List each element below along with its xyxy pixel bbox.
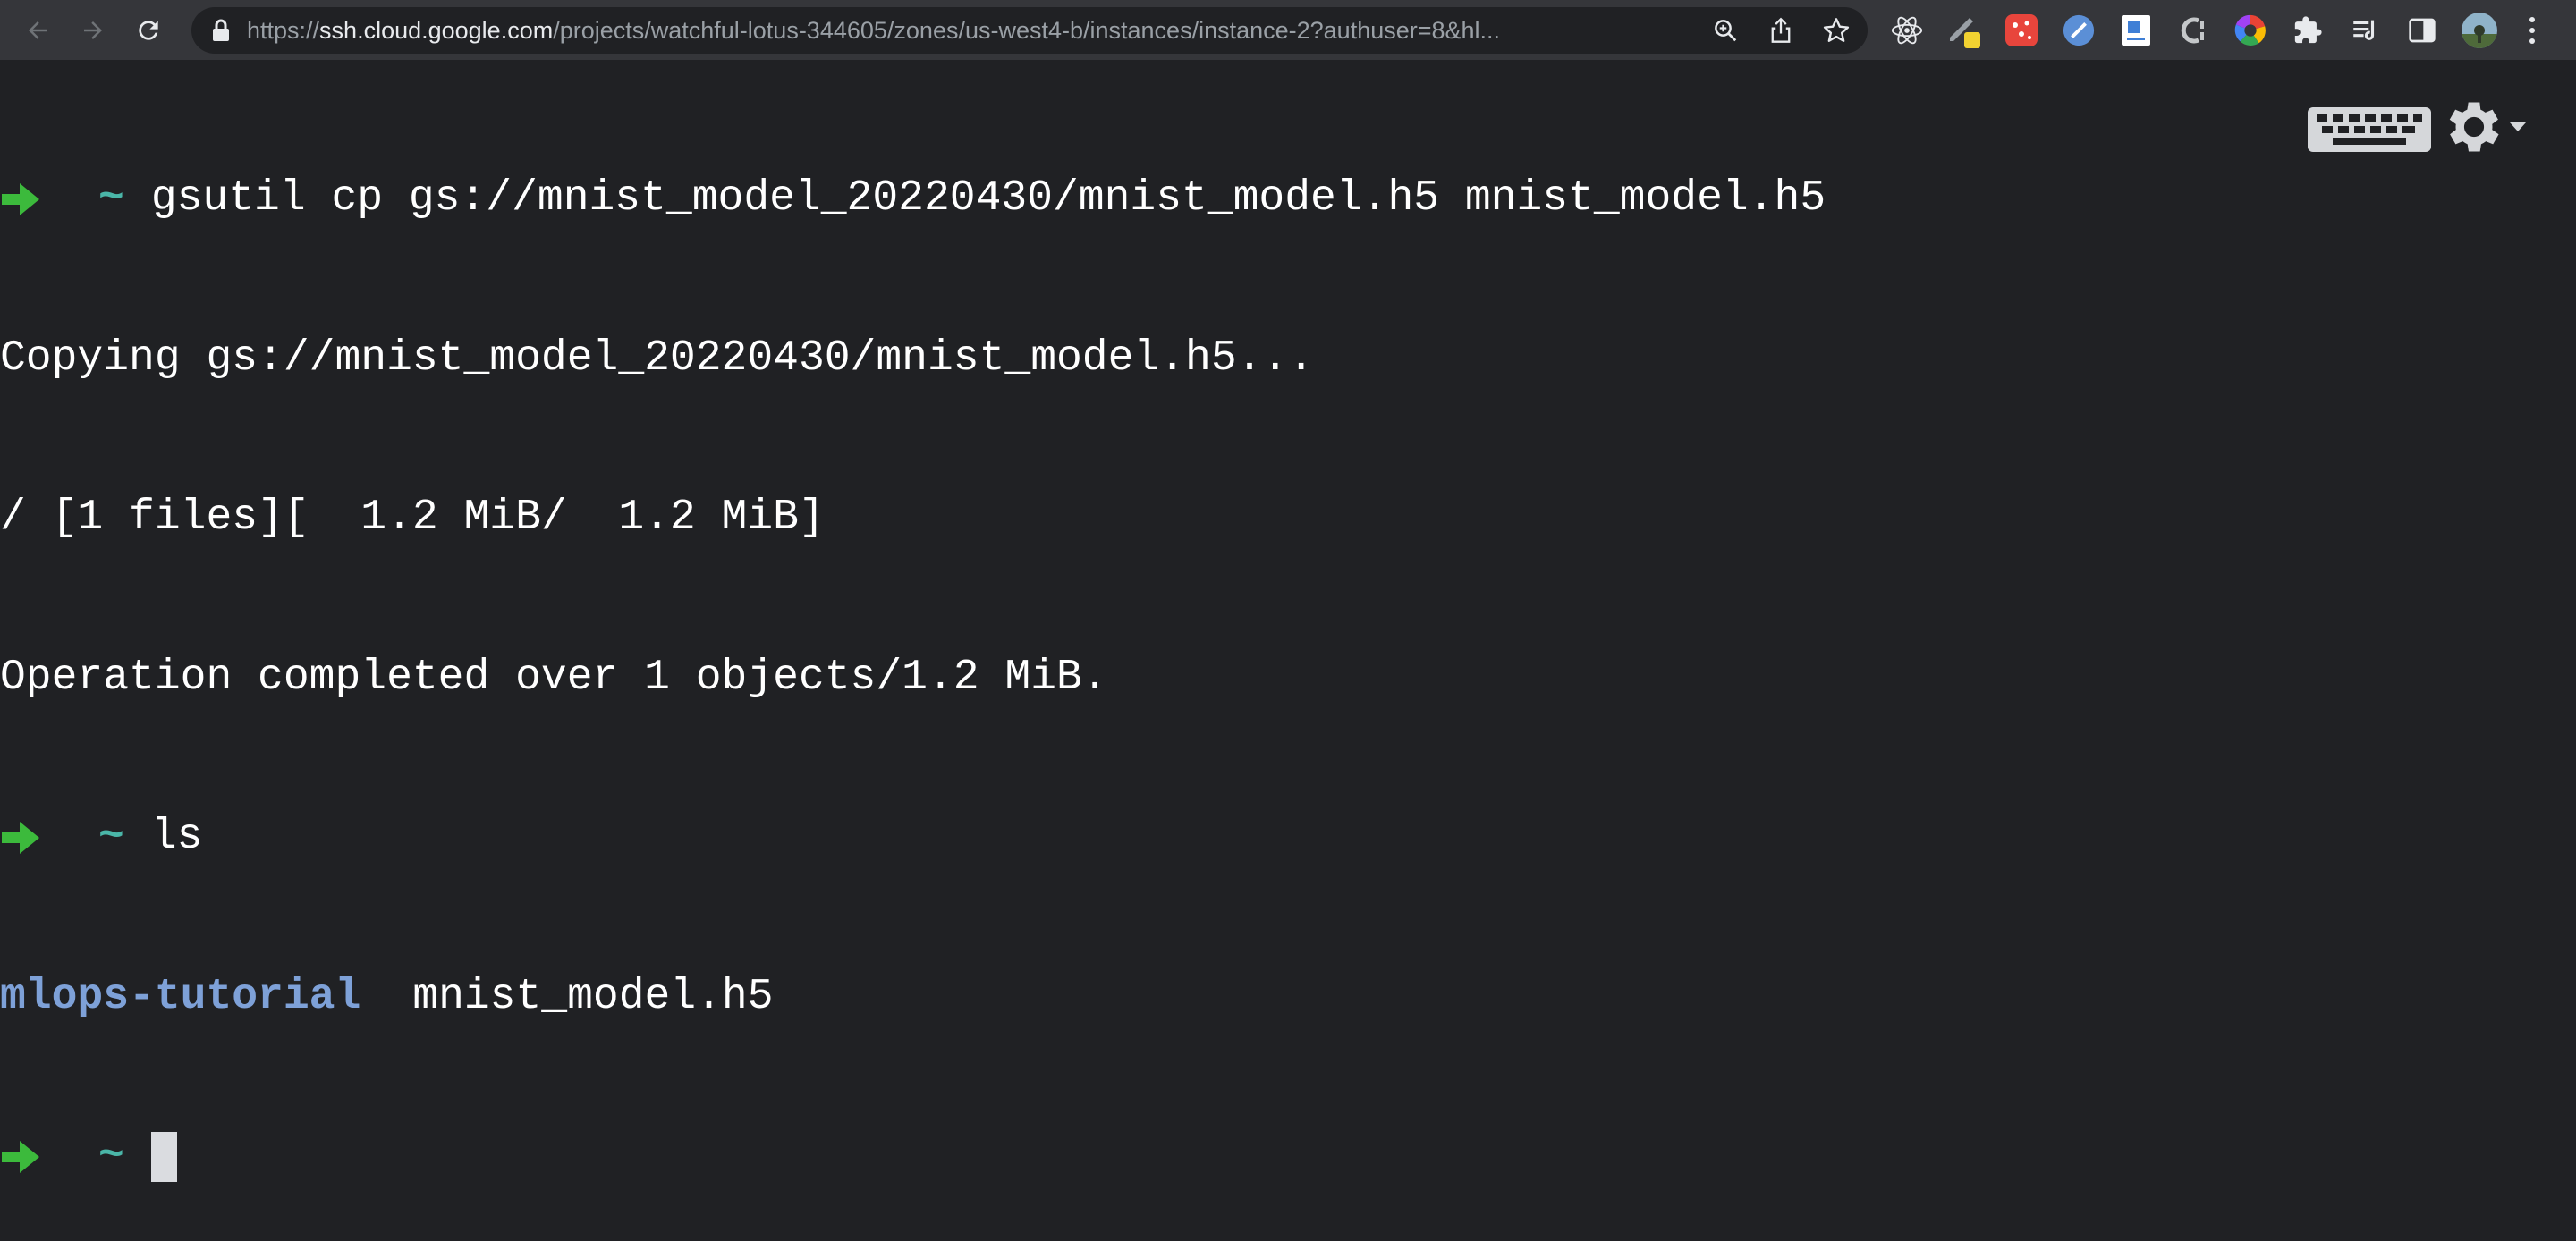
reload-button[interactable] xyxy=(125,7,172,54)
zoom-icon xyxy=(1715,20,1737,42)
browser-toolbar: https://ssh.cloud.google.com/projects/wa… xyxy=(0,0,2576,60)
keyboard-icon xyxy=(2308,107,2431,152)
extensions-area xyxy=(1878,0,2556,60)
url-path: /projects/watchful-lotus-344605/zones/us… xyxy=(553,16,1501,44)
blue-extension-button[interactable] xyxy=(2050,0,2107,60)
pencil-extension-button[interactable] xyxy=(1936,0,1993,60)
file-entry: mnist_model.h5 xyxy=(412,972,774,1021)
red-extension-button[interactable] xyxy=(1993,0,2050,60)
prompt-tilde: ~ xyxy=(98,174,124,223)
document-extension-icon xyxy=(2122,14,2150,46)
output-text: Copying gs://mnist_model_20220430/mnist_… xyxy=(0,333,1315,383)
share-icon xyxy=(1771,17,1791,43)
terminal-settings-button[interactable] xyxy=(2440,89,2538,165)
side-panel-button[interactable] xyxy=(2394,0,2451,60)
c-extension-icon xyxy=(2181,17,2204,43)
blue-extension-icon xyxy=(2063,14,2095,46)
react-devtools-icon xyxy=(1891,16,1923,44)
red-extension-icon xyxy=(2005,13,2038,46)
lock-icon xyxy=(213,19,229,41)
url-text: https://ssh.cloud.google.com/projects/wa… xyxy=(247,17,1690,45)
gear-icon xyxy=(2449,102,2499,152)
keyboard-button[interactable] xyxy=(2306,106,2433,154)
prompt-arrow-icon xyxy=(2,821,39,854)
react-devtools-button[interactable] xyxy=(1878,0,1936,60)
c-extension-button[interactable] xyxy=(2165,0,2222,60)
prompt-tilde: ~ xyxy=(98,813,124,861)
profile-button[interactable] xyxy=(2451,0,2508,60)
zoom-button[interactable] xyxy=(1705,10,1746,51)
output-line: / [1 files][ 1.2 MiB/ 1.2 MiB] xyxy=(0,492,1826,545)
address-bar[interactable]: https://ssh.cloud.google.com/projects/wa… xyxy=(191,7,1868,54)
output-line: Copying gs://mnist_model_20220430/mnist_… xyxy=(0,333,1826,386)
reload-icon xyxy=(139,20,158,40)
terminal-cursor xyxy=(150,1131,177,1182)
prompt-line: ~ ls xyxy=(0,811,1826,865)
browser-menu-button[interactable] xyxy=(2508,0,2556,60)
terminal[interactable]: ~ gsutil cp gs://mnist_model_20220430/mn… xyxy=(0,60,2576,1182)
prompt-arrow-icon xyxy=(2,182,39,215)
directory-entry: mlops-tutorial xyxy=(0,972,361,1021)
pencil-extension-icon xyxy=(1950,17,1980,48)
color-wheel-button[interactable] xyxy=(2222,0,2279,60)
output-line: Operation completed over 1 objects/1.2 M… xyxy=(0,652,1826,705)
prompt-line: ~ gsutil cp gs://mnist_model_20220430/mn… xyxy=(0,173,1826,226)
command-text: gsutil cp gs://mnist_model_20220430/mnis… xyxy=(150,174,1826,223)
url-host: ssh.cloud.google.com xyxy=(319,16,554,44)
kebab-menu-icon xyxy=(2529,16,2535,44)
side-panel-icon xyxy=(2409,18,2436,42)
url-scheme: https:// xyxy=(247,16,320,44)
reading-list-icon xyxy=(2353,20,2375,40)
output-text: Operation completed over 1 objects/1.2 M… xyxy=(0,653,1108,702)
output-text: / [1 files][ 1.2 MiB/ 1.2 MiB] xyxy=(0,494,825,542)
extensions-button[interactable] xyxy=(2279,0,2336,60)
share-button[interactable] xyxy=(1760,10,1801,51)
back-button[interactable] xyxy=(14,7,61,54)
forward-arrow-icon xyxy=(84,21,102,39)
puzzle-icon xyxy=(2294,15,2322,43)
color-wheel-icon xyxy=(2234,14,2266,46)
reading-list-button[interactable] xyxy=(2336,0,2394,60)
document-extension-button[interactable] xyxy=(2107,0,2165,60)
prompt-line: ~ xyxy=(0,1130,1826,1184)
command-text: ls xyxy=(150,813,203,861)
star-icon xyxy=(1823,18,1850,42)
terminal-output: ~ gsutil cp gs://mnist_model_20220430/mn… xyxy=(0,66,1826,1241)
bookmark-button[interactable] xyxy=(1816,10,1857,51)
prompt-tilde: ~ xyxy=(98,1132,124,1180)
listing-line: mlops-tutorial mnist_model.h5 xyxy=(0,971,1826,1025)
profile-avatar xyxy=(2462,12,2497,48)
chevron-down-icon xyxy=(2510,122,2526,131)
prompt-arrow-icon xyxy=(2,1140,39,1173)
forward-button[interactable] xyxy=(70,7,116,54)
back-arrow-icon xyxy=(29,21,47,39)
